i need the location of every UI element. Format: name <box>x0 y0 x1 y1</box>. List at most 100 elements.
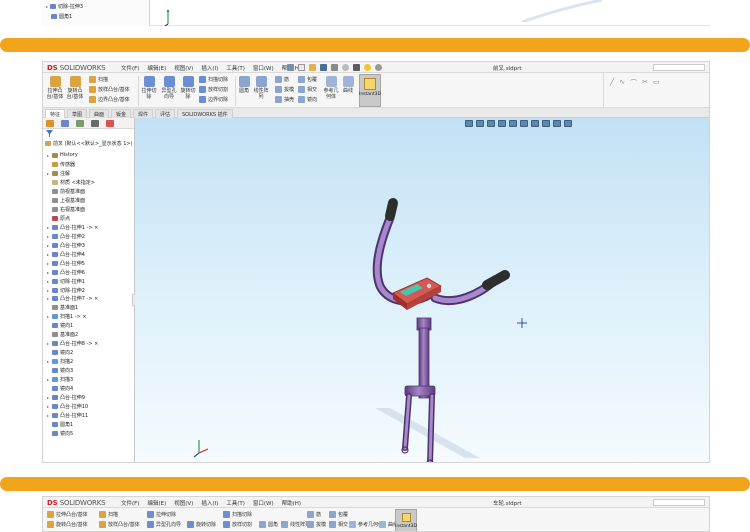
tab-sheet-metal[interactable]: 钣金 <box>111 109 132 118</box>
lofted-cut-button[interactable]: 放样切割 <box>223 521 252 528</box>
tree-root[interactable]: 前叉 (默认<<默认>_显示状态 1>) <box>45 140 133 147</box>
ref-geometry-button[interactable]: 参考几何体 <box>349 521 383 528</box>
tree-item[interactable]: 镜向1 <box>43 321 134 330</box>
tab-weldments[interactable]: 焊件 <box>133 109 154 118</box>
tree-item[interactable]: 圆角1 <box>43 420 134 429</box>
sweep-button[interactable]: 扫描 <box>99 511 118 518</box>
menu-tools[interactable]: 工具(T) <box>226 64 245 72</box>
wrap-button[interactable]: 包覆 <box>298 76 317 83</box>
tree-item[interactable]: 原点 <box>43 214 134 223</box>
draft-button[interactable]: 拔模 <box>275 86 294 93</box>
tree-item[interactable]: 基准面1 <box>43 303 134 312</box>
rib-button[interactable]: 筋 <box>307 511 321 518</box>
tree-item[interactable]: 传感器 <box>43 160 134 169</box>
tree-item[interactable]: ▸ 凸台-拉伸10 <box>43 402 134 411</box>
tree-item[interactable]: 镜向4 <box>43 384 134 393</box>
graphics-viewport[interactable] <box>135 118 710 463</box>
tree-item[interactable]: 镜向3 <box>43 366 134 375</box>
tree-item[interactable]: 镜向5 <box>43 429 134 438</box>
tree-item[interactable]: ▸ 凸台-拉伸11 <box>43 411 134 420</box>
hole-wizard-button[interactable]: 异型孔向导 <box>147 521 181 528</box>
intersect-button[interactable]: 相交 <box>298 86 317 93</box>
menu-insert[interactable]: 插入(I) <box>201 64 218 72</box>
menu-edit[interactable]: 编辑(E) <box>147 64 166 72</box>
tree-item[interactable]: ▸ History <box>43 151 134 160</box>
fillet-button[interactable]: 圆角 <box>238 76 250 94</box>
line-tool-icon[interactable]: ╱ <box>610 78 614 103</box>
tree-item[interactable]: ▸ 凸台-拉伸3 <box>43 241 134 250</box>
handlebar-fork-model[interactable] <box>135 118 710 463</box>
dimxpert-tab-icon[interactable] <box>91 120 99 127</box>
tree-item[interactable]: 前视基准面 <box>43 187 134 196</box>
tree-item[interactable]: ▸ 凸台-拉伸2 <box>43 232 134 241</box>
revolve-cut-button[interactable]: 旋转切除 <box>187 521 216 528</box>
intersect-button[interactable]: 相交 <box>329 521 348 528</box>
boundary-boss-button[interactable]: 边界凸台/基体 <box>89 96 130 103</box>
select-icon[interactable] <box>353 64 360 71</box>
loft-boss-button[interactable]: 放样凸台/基体 <box>99 521 140 528</box>
menu-view[interactable]: 视图(V) <box>174 64 193 72</box>
offset-tool-icon[interactable]: ▭ <box>653 78 660 103</box>
display-manager-tab-icon[interactable] <box>106 120 114 127</box>
search-input[interactable] <box>653 64 705 71</box>
feature-tree-tab-icon[interactable] <box>46 120 54 127</box>
boundary-cut-button[interactable]: 边界切除 <box>199 96 228 103</box>
swept-cut-button[interactable]: 扫描切除 <box>199 76 228 83</box>
undo-icon[interactable] <box>342 64 349 71</box>
tree-item[interactable]: 镜向2 <box>43 348 134 357</box>
menu-window[interactable]: 窗口(W) <box>253 64 274 72</box>
tab-evaluate[interactable]: 评估 <box>155 109 176 118</box>
home-icon[interactable] <box>287 64 294 71</box>
save-icon[interactable] <box>320 64 327 71</box>
tree-item[interactable]: ▸ 凸台-拉伸6 <box>43 268 134 277</box>
menu-insert[interactable]: 插入(I) <box>201 499 218 507</box>
tree-item[interactable]: ▸ 扫描3 <box>43 375 134 384</box>
extrude-boss-button[interactable]: 拉伸凸台/基体 <box>47 511 88 518</box>
sweep-button[interactable]: 扫描 <box>89 76 108 83</box>
revolve-cut-button[interactable]: 旋转切除 <box>180 76 196 100</box>
ref-geometry-button[interactable]: 参考几何体 <box>323 76 339 100</box>
menu-tools[interactable]: 工具(T) <box>226 499 245 507</box>
extrude-cut-button[interactable]: 拉伸切除 <box>141 76 157 100</box>
menu-file[interactable]: 文件(F) <box>121 499 139 507</box>
tree-item[interactable]: ▸ 凸台-拉伸8 -> × <box>43 339 134 348</box>
tree-item[interactable]: ▸ 凸台-拉伸1 -> × <box>43 223 134 232</box>
trim-tool-icon[interactable]: ✂ <box>642 78 648 103</box>
configuration-manager-tab-icon[interactable] <box>76 120 84 127</box>
tree-item[interactable]: ▸ 切除-拉伸2 <box>43 286 134 295</box>
tree-item[interactable]: ▸ 注解 <box>43 169 134 178</box>
tree-item[interactable]: 材质 <未指定> <box>43 178 134 187</box>
open-file-icon[interactable] <box>309 64 316 71</box>
tree-item[interactable]: ▸ 切除-拉伸1 <box>43 277 134 286</box>
tree-item[interactable]: ▸ 凸台-拉伸5 <box>43 259 134 268</box>
lofted-cut-button[interactable]: 放样切割 <box>199 86 228 93</box>
tab-features[interactable]: 特征 <box>45 109 66 118</box>
mirror-button[interactable]: 镜向 <box>298 96 317 103</box>
tree-item[interactable]: ▸ 扫描1 -> × <box>43 312 134 321</box>
draft-button[interactable]: 拔模 <box>307 521 326 528</box>
linear-pattern-button[interactable]: 线性阵列 <box>281 521 310 528</box>
filter-icon[interactable] <box>46 130 53 139</box>
menu-file[interactable]: 文件(F) <box>121 64 139 72</box>
tab-sketch[interactable]: 草图 <box>67 109 88 118</box>
wrap-button[interactable]: 包覆 <box>329 511 348 518</box>
arc-tool-icon[interactable]: ⌒ <box>630 78 637 103</box>
new-file-icon[interactable] <box>298 64 305 71</box>
rebuild-icon[interactable] <box>364 64 371 71</box>
tree-item[interactable]: ▸ 凸台-拉伸7 -> × <box>43 295 134 304</box>
revolve-boss-button[interactable]: 旋转凸台/基体 <box>66 76 84 100</box>
menu-help[interactable]: 帮助(H) <box>282 499 301 507</box>
extrude-cut-button[interactable]: 拉伸切除 <box>147 511 176 518</box>
tree-item[interactable]: 上视基准面 <box>43 196 134 205</box>
tab-surfaces[interactable]: 曲面 <box>89 109 110 118</box>
swept-cut-button[interactable]: 扫描切除 <box>223 511 252 518</box>
search-input[interactable] <box>653 499 705 506</box>
linear-pattern-button[interactable]: 线性阵列 <box>253 76 269 100</box>
menu-window[interactable]: 窗口(W) <box>253 499 274 507</box>
options-icon[interactable] <box>375 64 382 71</box>
property-manager-tab-icon[interactable] <box>61 120 69 127</box>
tree-item[interactable]: ▸ 凸台-拉伸9 <box>43 393 134 402</box>
shell-button[interactable]: 抽壳 <box>275 96 294 103</box>
menu-edit[interactable]: 编辑(E) <box>147 499 166 507</box>
tree-item[interactable]: ▸ 扫描2 <box>43 357 134 366</box>
